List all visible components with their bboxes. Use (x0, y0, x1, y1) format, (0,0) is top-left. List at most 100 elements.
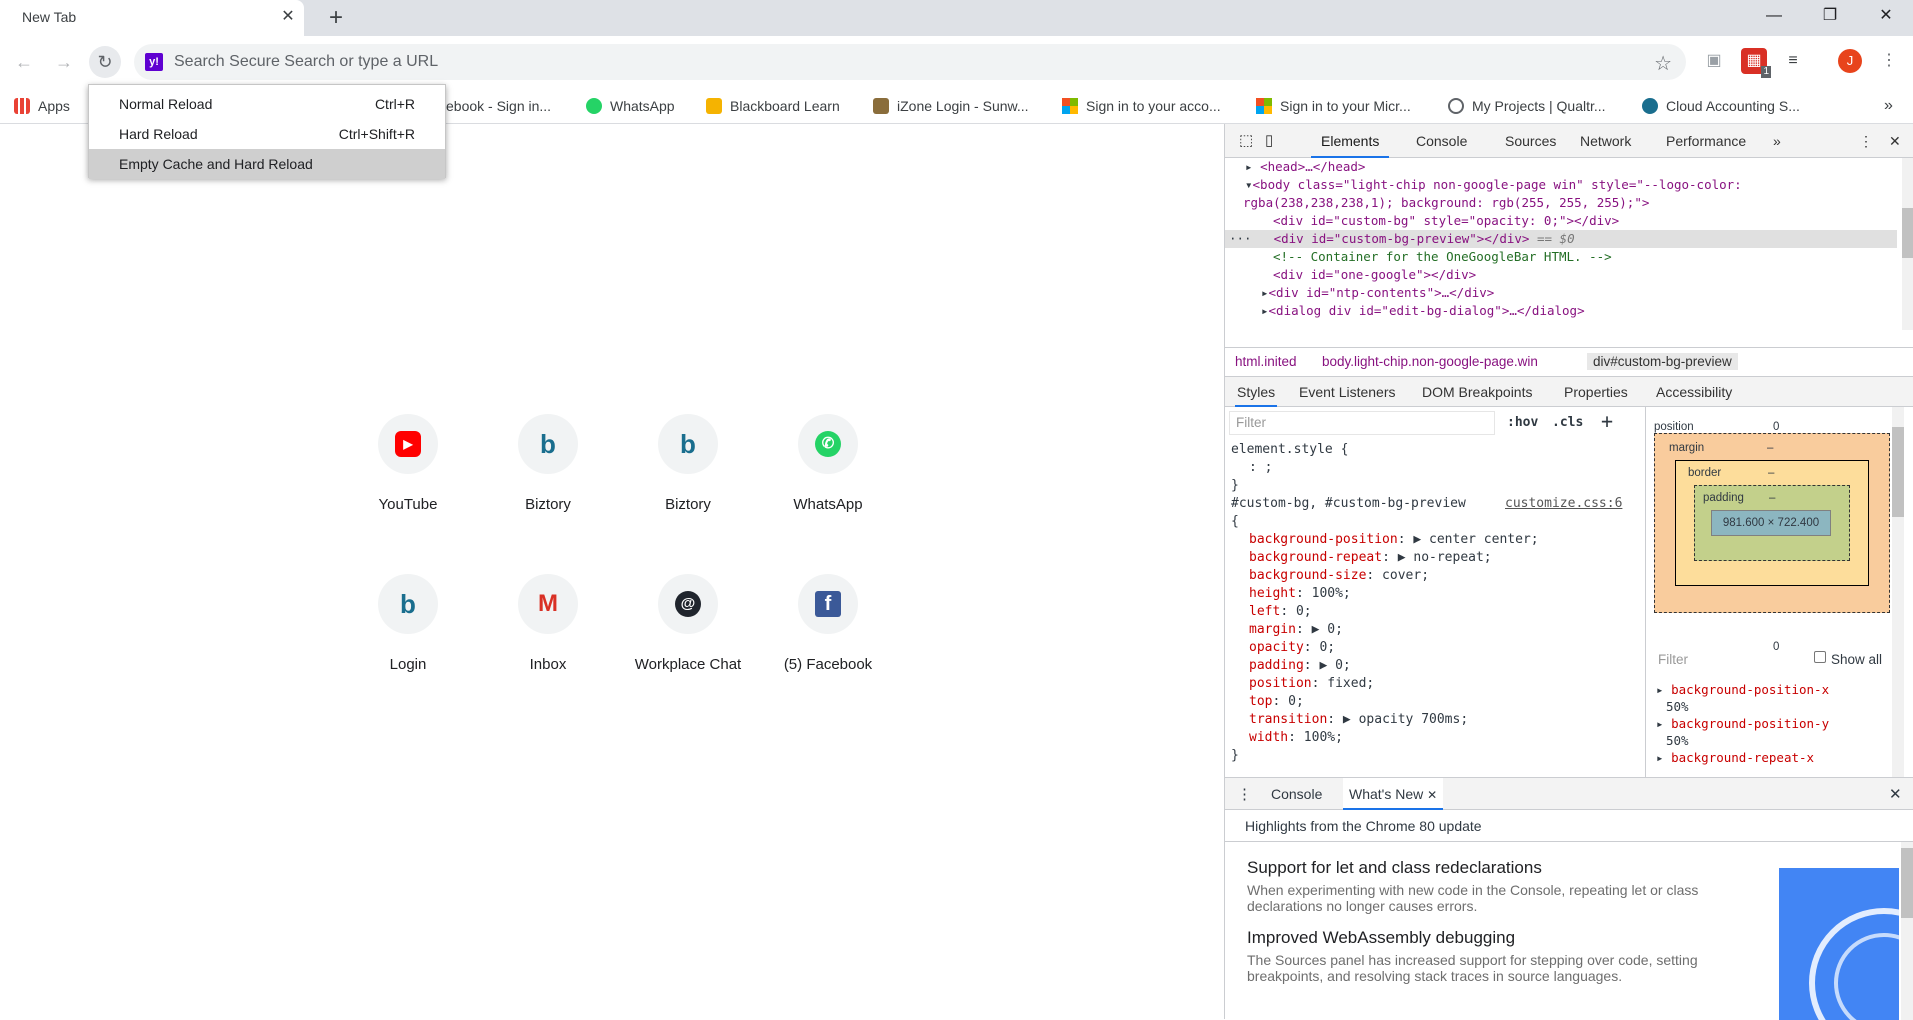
dom-node-head[interactable]: ▸ <head>…</head> (1245, 158, 1365, 176)
css-declaration[interactable]: background-size: cover; (1249, 567, 1429, 585)
forward-arrow-icon[interactable]: → (48, 46, 80, 78)
element-style-body[interactable]: : ; (1249, 459, 1272, 477)
css-declaration[interactable]: background-position: ▶ center center; (1249, 531, 1539, 549)
drawer-tab-console[interactable]: Console (1271, 786, 1322, 802)
shortcut-tile[interactable]: ▶ YouTube (338, 414, 478, 554)
bookmark-facebook[interactable]: ebook - Sign in... (446, 92, 551, 120)
whats-new-item-title[interactable]: Improved WebAssembly debugging (1247, 928, 1515, 948)
shortcut-tile[interactable]: @ Workplace Chat (618, 574, 758, 714)
whats-new-item-title[interactable]: Support for let and class redeclarations (1247, 858, 1542, 878)
box-border[interactable]: border – padding – 981.600 × 722.400 (1675, 460, 1869, 586)
bookmark-izone[interactable]: iZone Login - Sunw... (873, 92, 1029, 120)
new-rule-icon[interactable]: + (1601, 409, 1613, 433)
tab-styles[interactable]: Styles (1235, 377, 1278, 407)
bookmark-sign-in-account[interactable]: Sign in to your acco... (1062, 92, 1221, 120)
tab-new-tab[interactable]: New Tab ✕ (0, 0, 304, 36)
dom-scrollbar[interactable] (1902, 158, 1913, 330)
crumb-html[interactable]: html.inited (1235, 354, 1297, 369)
shortcut-tile[interactable]: f (5) Facebook (758, 574, 898, 714)
minimize-icon[interactable]: — (1747, 2, 1801, 30)
dom-node-body[interactable]: ▾<body class="light-chip non-google-page… (1245, 176, 1742, 194)
bookmark-apps[interactable]: Apps (14, 92, 70, 120)
dom-node-comment[interactable]: <!-- Container for the OneGoogleBar HTML… (1273, 248, 1612, 266)
close-tab-icon[interactable]: ✕ (278, 7, 298, 27)
rule-source-link[interactable]: customize.css:6 (1505, 495, 1622, 513)
tab-sources[interactable]: Sources (1505, 124, 1556, 158)
tab-event-listeners[interactable]: Event Listeners (1299, 377, 1396, 407)
tab-performance[interactable]: Performance (1666, 124, 1746, 158)
dom-node-one-google[interactable]: <div id="one-google"></div> (1273, 266, 1476, 284)
devtools-menu-icon[interactable]: ⋮ (1859, 124, 1873, 158)
bookmark-whatsapp[interactable]: WhatsApp (586, 92, 675, 120)
hard-reload-item[interactable]: Hard Reload Ctrl+Shift+R (89, 119, 445, 149)
more-tabs-icon[interactable]: » (1773, 124, 1781, 158)
drawer-scrollbar-thumb[interactable] (1901, 848, 1913, 918)
shortcut-tile[interactable]: b Biztory (478, 414, 618, 554)
box-content[interactable]: 981.600 × 722.400 (1711, 510, 1831, 536)
computed-filter-input[interactable]: Filter (1658, 652, 1688, 667)
css-declaration[interactable]: transition: ▶ opacity 700ms; (1249, 711, 1468, 729)
tab-accessibility[interactable]: Accessibility (1656, 377, 1732, 407)
shortcut-tile[interactable]: b Biztory (618, 414, 758, 554)
computed-prop[interactable]: ▸ background-position-x (1656, 681, 1884, 698)
star-bookmark-icon[interactable]: ☆ (1654, 51, 1672, 76)
box-margin[interactable]: margin – border – padding – 981.600 × 72… (1654, 433, 1890, 613)
bookmark-blackboard[interactable]: Blackboard Learn (706, 92, 840, 120)
new-tab-button[interactable]: + (322, 4, 350, 32)
extension-badge-icon[interactable]: 1 ▦ (1741, 48, 1771, 78)
shortcut-tile[interactable]: M Inbox (478, 574, 618, 714)
css-declaration[interactable]: padding: ▶ 0; (1249, 657, 1351, 675)
media-queue-icon[interactable]: ≡ (1780, 48, 1806, 74)
inspect-element-icon[interactable]: ⬚ (1239, 124, 1253, 158)
hover-state-toggle[interactable]: :hov (1507, 415, 1538, 430)
reload-icon[interactable]: ↻ (89, 46, 121, 78)
bookmark-cloud-accounting[interactable]: Cloud Accounting S... (1642, 92, 1800, 120)
css-declaration[interactable]: opacity: 0; (1249, 639, 1335, 657)
computed-scrollbar[interactable] (1892, 407, 1904, 777)
drawer-close-icon[interactable]: ✕ (1889, 785, 1902, 803)
styles-filter-input[interactable]: Filter (1229, 411, 1495, 435)
omnibox[interactable]: y! Search Secure Search or type a URL ☆ (134, 44, 1686, 80)
css-declaration[interactable]: position: fixed; (1249, 675, 1374, 693)
drawer-tab-whats-new[interactable]: What's New ✕ (1343, 778, 1444, 810)
drawer-scrollbar[interactable] (1901, 842, 1913, 1020)
tab-dom-breakpoints[interactable]: DOM Breakpoints (1422, 377, 1532, 407)
tab-network[interactable]: Network (1580, 124, 1631, 158)
crumb-body[interactable]: body.light-chip.non-google-page.win (1322, 354, 1538, 369)
bookmark-qualtrics[interactable]: My Projects | Qualtr... (1448, 92, 1606, 120)
dom-node-ntp-contents[interactable]: ▸<div id="ntp-contents">…</div> (1261, 284, 1494, 302)
css-declaration[interactable]: left: 0; (1249, 603, 1312, 621)
computed-prop[interactable]: ▸ background-repeat-x (1656, 749, 1884, 766)
empty-cache-hard-reload-item[interactable]: Empty Cache and Hard Reload (89, 149, 445, 179)
dom-node-dialog[interactable]: ▸<dialog div id="edit-bg-dialog">…</dial… (1261, 302, 1585, 320)
css-declaration[interactable]: top: 0; (1249, 693, 1304, 711)
menu-kebab-icon[interactable]: ⋮ (1876, 48, 1902, 74)
tab-console[interactable]: Console (1416, 124, 1467, 158)
devtools-close-icon[interactable]: ✕ (1889, 124, 1901, 158)
normal-reload-item[interactable]: Normal Reload Ctrl+R (89, 89, 445, 119)
css-declaration[interactable]: margin: ▶ 0; (1249, 621, 1343, 639)
bookmark-sign-in-microsoft[interactable]: Sign in to your Micr... (1256, 92, 1411, 120)
computed-prop[interactable]: ▸ background-position-y (1656, 715, 1884, 732)
tab-elements[interactable]: Elements (1311, 124, 1390, 158)
shortcut-tile[interactable]: ✆ WhatsApp (758, 414, 898, 554)
restore-icon[interactable]: ❐ (1803, 2, 1857, 30)
show-all-checkbox[interactable] (1814, 651, 1826, 663)
drawer-menu-icon[interactable]: ⋮ (1237, 785, 1252, 803)
shortcut-tile[interactable]: b Login (338, 574, 478, 714)
crumb-div[interactable]: div#custom-bg-preview (1587, 353, 1738, 370)
window-close-icon[interactable]: ✕ (1859, 2, 1913, 30)
dom-node-custom-bg[interactable]: <div id="custom-bg" style="opacity: 0;">… (1273, 212, 1619, 230)
dom-node-custom-bg-preview[interactable]: ··· <div id="custom-bg-preview"></div> ==… (1225, 230, 1897, 248)
css-declaration[interactable]: height: 100%; (1249, 585, 1351, 603)
css-declaration[interactable]: width: 100%; (1249, 729, 1343, 747)
pocket-extension-icon[interactable]: ▣ (1701, 48, 1727, 74)
profile-avatar[interactable]: J (1838, 49, 1862, 73)
css-declaration[interactable]: background-repeat: ▶ no-repeat; (1249, 549, 1492, 567)
computed-scrollbar-thumb[interactable] (1892, 427, 1904, 517)
device-toolbar-icon[interactable]: ▯ (1265, 124, 1273, 158)
omnibox-placeholder[interactable]: Search Secure Search or type a URL (174, 53, 438, 71)
box-padding[interactable]: padding – 981.600 × 722.400 (1694, 485, 1850, 561)
tab-properties[interactable]: Properties (1564, 377, 1628, 407)
back-arrow-icon[interactable]: ← (8, 46, 40, 78)
